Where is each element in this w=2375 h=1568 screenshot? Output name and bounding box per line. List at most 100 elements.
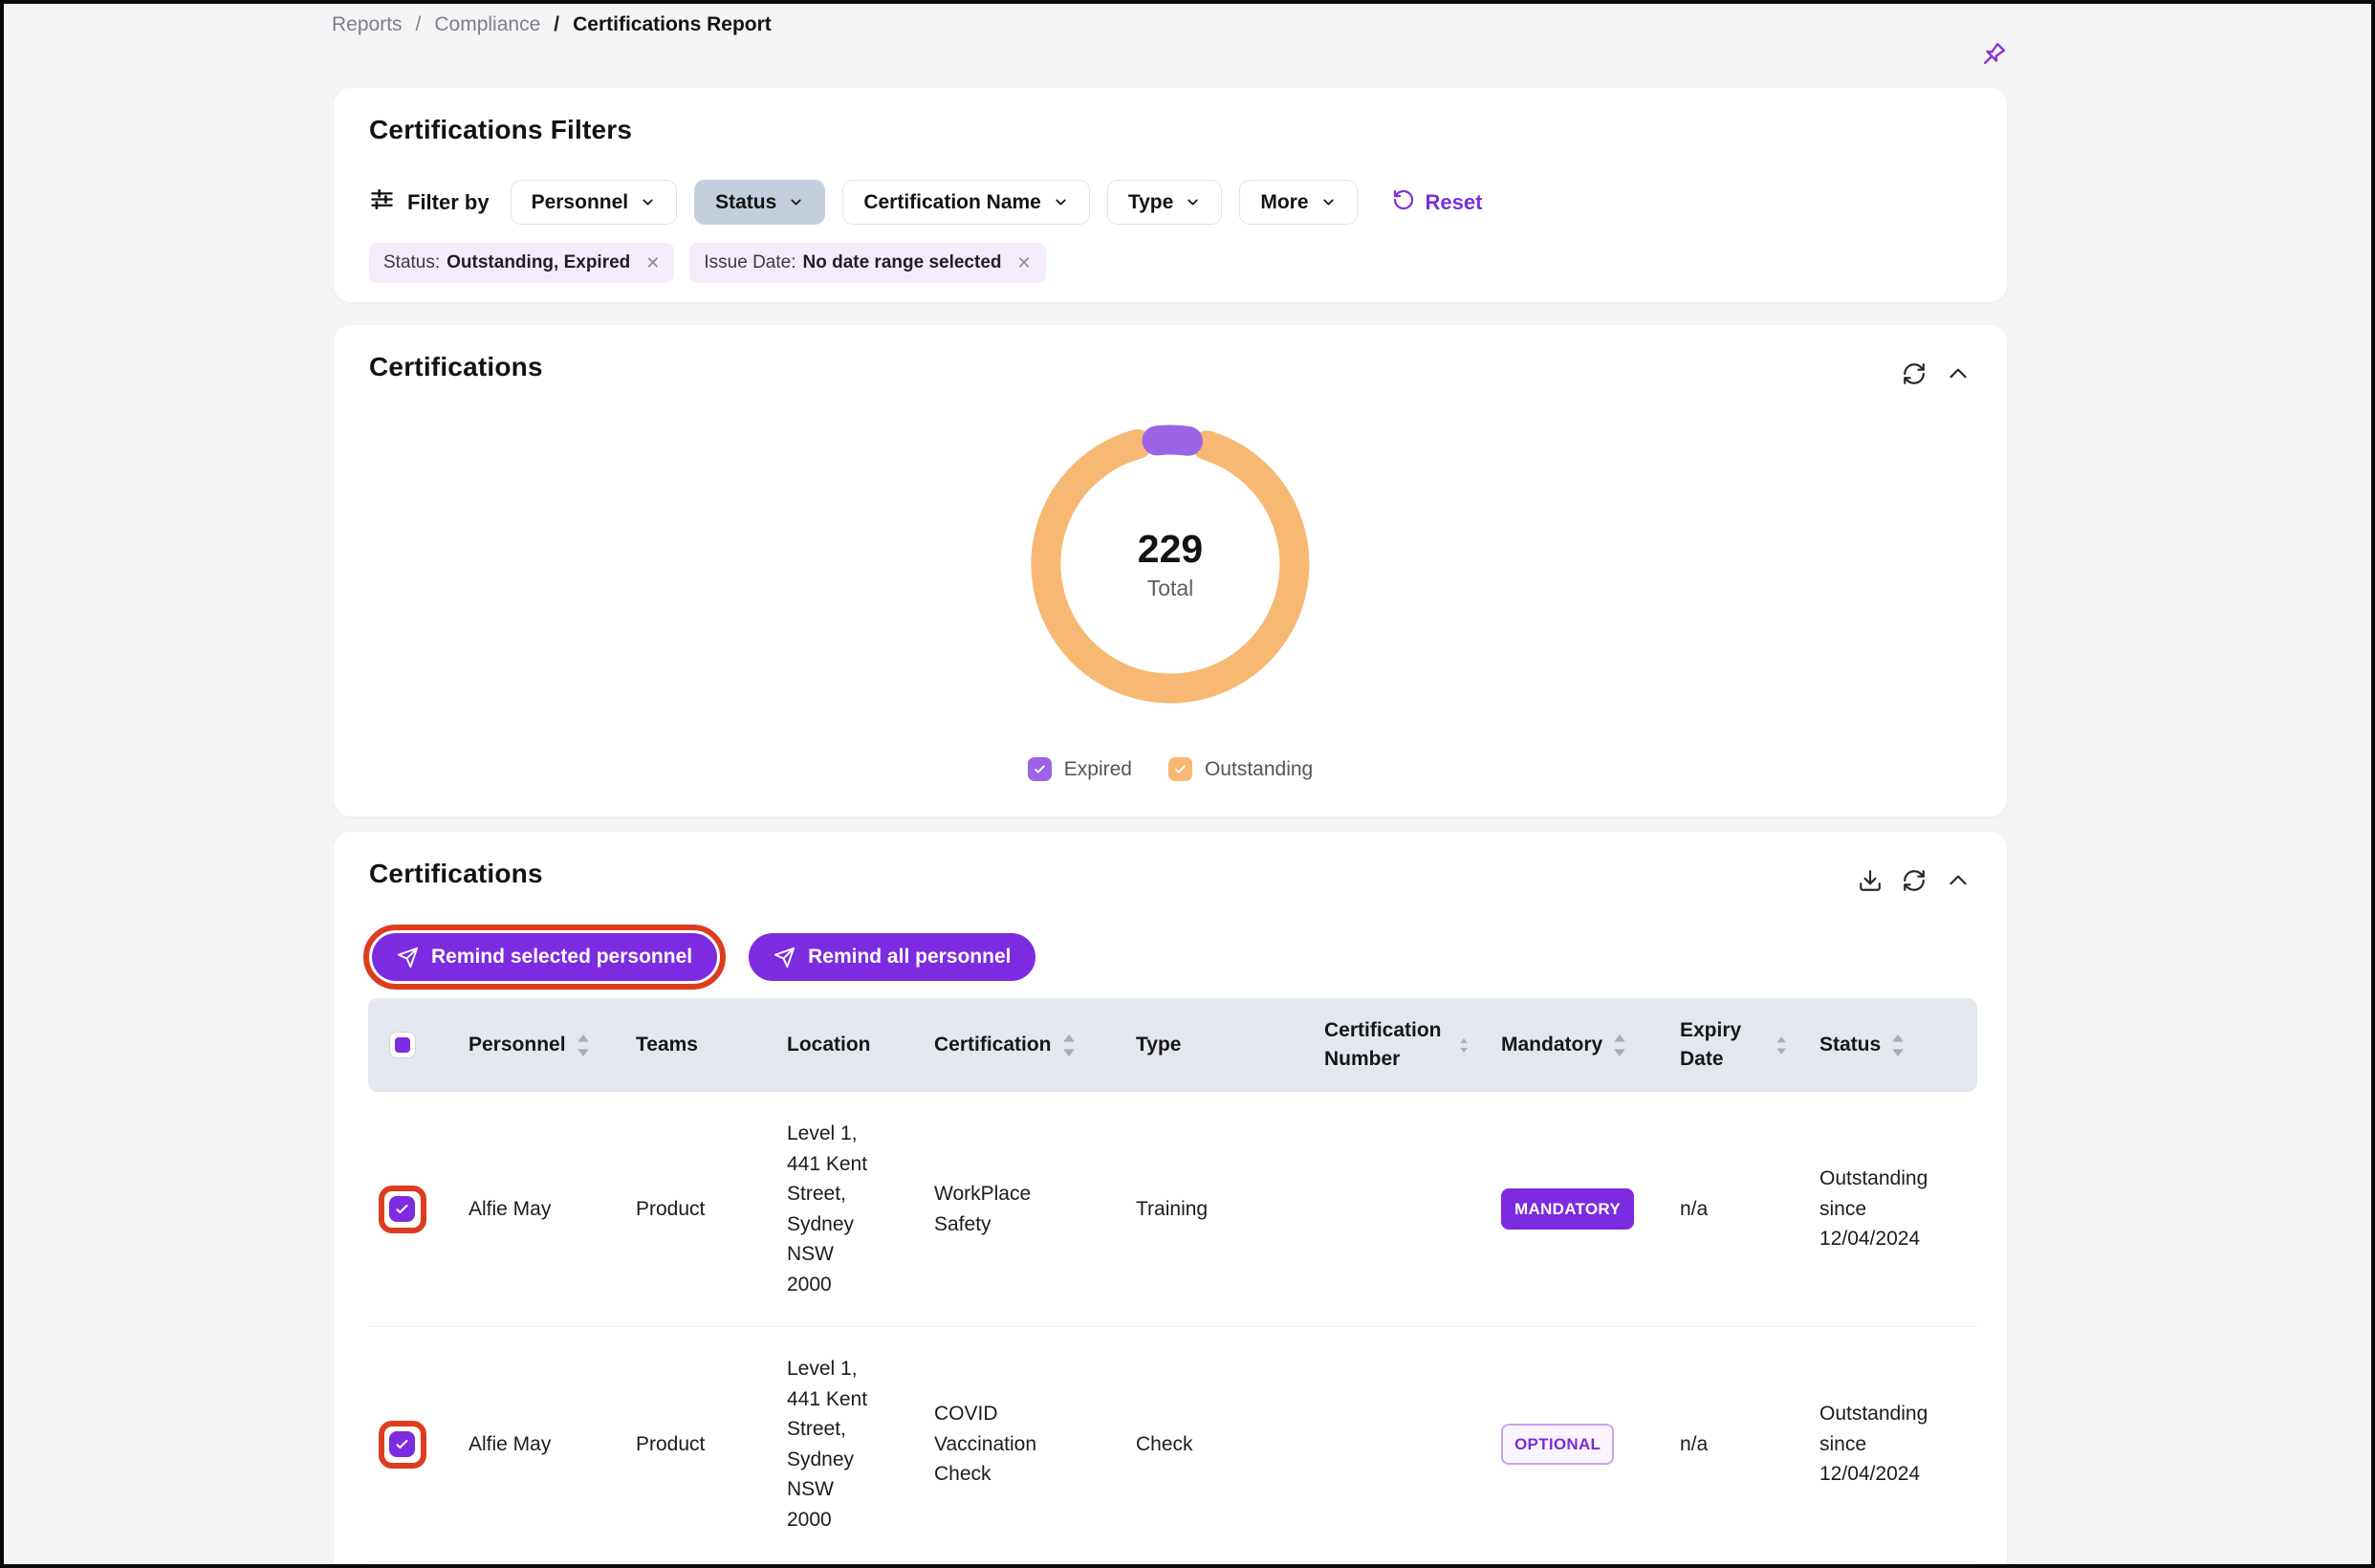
cell-expiry-date: n/a <box>1647 1194 1787 1225</box>
select-all-checkbox[interactable] <box>389 1032 416 1058</box>
sliders-icon <box>369 186 395 218</box>
filters-title: Certifications Filters <box>369 115 632 145</box>
column-header-location: Location <box>754 1031 902 1059</box>
certifications-table: Personnel Teams Location Certification Type C… <box>368 998 1977 1562</box>
collapse-chevron-icon[interactable] <box>1946 868 1971 893</box>
chip-value: Outstanding, Expired <box>447 252 630 273</box>
reset-icon <box>1392 188 1415 217</box>
collapse-chevron-icon[interactable] <box>1946 361 1971 386</box>
filter-chip-issue-date: Issue Date:No date range selected✕ <box>689 243 1045 283</box>
chip-value: No date range selected <box>802 252 1001 273</box>
chip-close-icon[interactable]: ✕ <box>1017 253 1032 273</box>
filter-by: Filter by <box>369 186 490 218</box>
legend-checkbox-outstanding[interactable] <box>1168 757 1192 781</box>
filter-chip-status: Status: Outstanding, Expired ✕ <box>369 243 674 283</box>
column-label: Status <box>1819 1031 1881 1059</box>
check-icon <box>394 1201 410 1217</box>
cell-personnel: Alfie May <box>436 1194 603 1225</box>
chip-close-icon[interactable]: ✕ <box>645 253 660 273</box>
reset-button[interactable]: Reset <box>1386 187 1489 218</box>
column-header-personnel[interactable]: Personnel <box>436 1031 603 1059</box>
table-row: Alfie MayProductLevel 1, 441 Kent Street… <box>368 1327 1977 1562</box>
check-icon <box>1033 762 1047 776</box>
refresh-icon[interactable] <box>1902 361 1927 386</box>
sort-icon <box>1776 1033 1787 1058</box>
legend-item-expired: Expired <box>1028 757 1132 781</box>
cell-expiry-date: n/a <box>1647 1429 1787 1460</box>
column-header-certification[interactable]: Certification <box>902 1031 1103 1059</box>
cell-certification: WorkPlace Safety <box>902 1179 1103 1239</box>
pin-icon[interactable] <box>1975 38 2010 73</box>
optional-badge: OPTIONAL <box>1501 1424 1614 1466</box>
cell-location: Level 1, 441 Kent Street, Sydney NSW 200… <box>754 1119 902 1299</box>
donut-chart: 229 Total <box>1027 421 1314 708</box>
highlight-ring <box>379 1421 426 1469</box>
cell-status: Outstanding since 12/04/2024 <box>1787 1399 1977 1490</box>
cell-select <box>368 1421 436 1469</box>
column-header-certification-number[interactable]: Certification Number <box>1292 1016 1469 1075</box>
remind-selected-personnel-button[interactable]: Remind selected personnel <box>372 933 717 981</box>
filter-button-label: Type <box>1128 191 1173 214</box>
filter-button-type[interactable]: Type <box>1107 180 1222 225</box>
select-all-header-cell <box>368 1032 436 1058</box>
row-checkbox[interactable] <box>389 1431 415 1457</box>
filter-buttons-group: Personnel Status Certification Name Type Mor… <box>511 180 1358 225</box>
chevron-down-icon <box>1320 194 1337 210</box>
row-checkbox[interactable] <box>389 1196 415 1222</box>
table-card-actions <box>1858 868 1971 893</box>
filter-row: Filter by Personnel Status Certification N… <box>369 180 1972 225</box>
sort-icon <box>1612 1033 1627 1058</box>
legend-checkbox-expired[interactable] <box>1028 757 1052 781</box>
button-label: Remind selected personnel <box>431 946 692 969</box>
highlight-ring <box>379 1186 426 1233</box>
chevron-down-icon <box>1185 194 1201 210</box>
highlight-ring: Remind selected personnel <box>363 925 726 990</box>
sort-icon <box>1459 1033 1469 1058</box>
chip-label: Status: <box>383 252 440 273</box>
column-header-mandatory[interactable]: Mandatory <box>1469 1031 1647 1059</box>
chart-card-actions <box>1902 361 1971 386</box>
breadcrumb-current-page: Certifications Report <box>573 13 772 36</box>
donut-segment-outstanding <box>1046 445 1295 688</box>
certifications-table-card: Certifications Remind selected personnel… <box>334 832 2007 1568</box>
column-label: Certification <box>934 1031 1052 1059</box>
column-label: Certification Number <box>1324 1016 1449 1075</box>
filter-button-certification-name[interactable]: Certification Name <box>842 180 1090 225</box>
download-icon[interactable] <box>1858 868 1883 893</box>
breadcrumb-separator: / <box>554 13 559 36</box>
filter-by-label: Filter by <box>407 190 490 215</box>
filter-button-label: Status <box>715 191 776 214</box>
column-label: Teams <box>636 1031 698 1059</box>
cell-mandatory: OPTIONAL <box>1469 1424 1647 1466</box>
filter-button-more[interactable]: More <box>1239 180 1357 225</box>
column-header-expiry-date[interactable]: Expiry Date <box>1647 1016 1787 1075</box>
refresh-icon[interactable] <box>1902 868 1927 893</box>
send-icon <box>397 947 419 969</box>
chevron-down-icon <box>788 194 804 210</box>
cell-teams: Product <box>603 1429 754 1460</box>
button-label: Remind all personnel <box>808 946 1011 969</box>
breadcrumb-reports[interactable]: Reports <box>332 13 403 36</box>
legend-item-outstanding: Outstanding <box>1168 757 1313 781</box>
cell-status: Outstanding since 12/04/2024 <box>1787 1164 1977 1254</box>
column-label: Personnel <box>468 1031 566 1059</box>
filters-card: Certifications Filters Filter by Personn… <box>334 88 2007 302</box>
filter-button-label: Personnel <box>532 191 629 214</box>
filter-button-label: Certification Name <box>863 191 1041 214</box>
breadcrumb-compliance[interactable]: Compliance <box>434 13 540 36</box>
filter-button-personnel[interactable]: Personnel <box>511 180 678 225</box>
column-header-status[interactable]: Status <box>1787 1031 1977 1059</box>
indeterminate-mark <box>395 1037 410 1053</box>
column-header-type: Type <box>1103 1031 1292 1059</box>
column-header-teams: Teams <box>603 1031 754 1059</box>
screenshot-frame: Reports / Compliance / Certifications Re… <box>0 0 2375 1568</box>
cell-mandatory: MANDATORY <box>1469 1188 1647 1230</box>
remind-all-personnel-button[interactable]: Remind all personnel <box>749 933 1035 981</box>
certifications-chart-card: Certifications 229 Total ExpiredOutst <box>334 325 2007 817</box>
table-row: Alfie MayProductLevel 1, 441 Kent Street… <box>368 1092 1977 1327</box>
sort-icon <box>1890 1033 1906 1058</box>
reset-label: Reset <box>1426 190 1483 215</box>
column-label: Type <box>1136 1031 1181 1059</box>
filter-button-status[interactable]: Status <box>694 180 825 225</box>
legend-label: Expired <box>1064 758 1132 781</box>
